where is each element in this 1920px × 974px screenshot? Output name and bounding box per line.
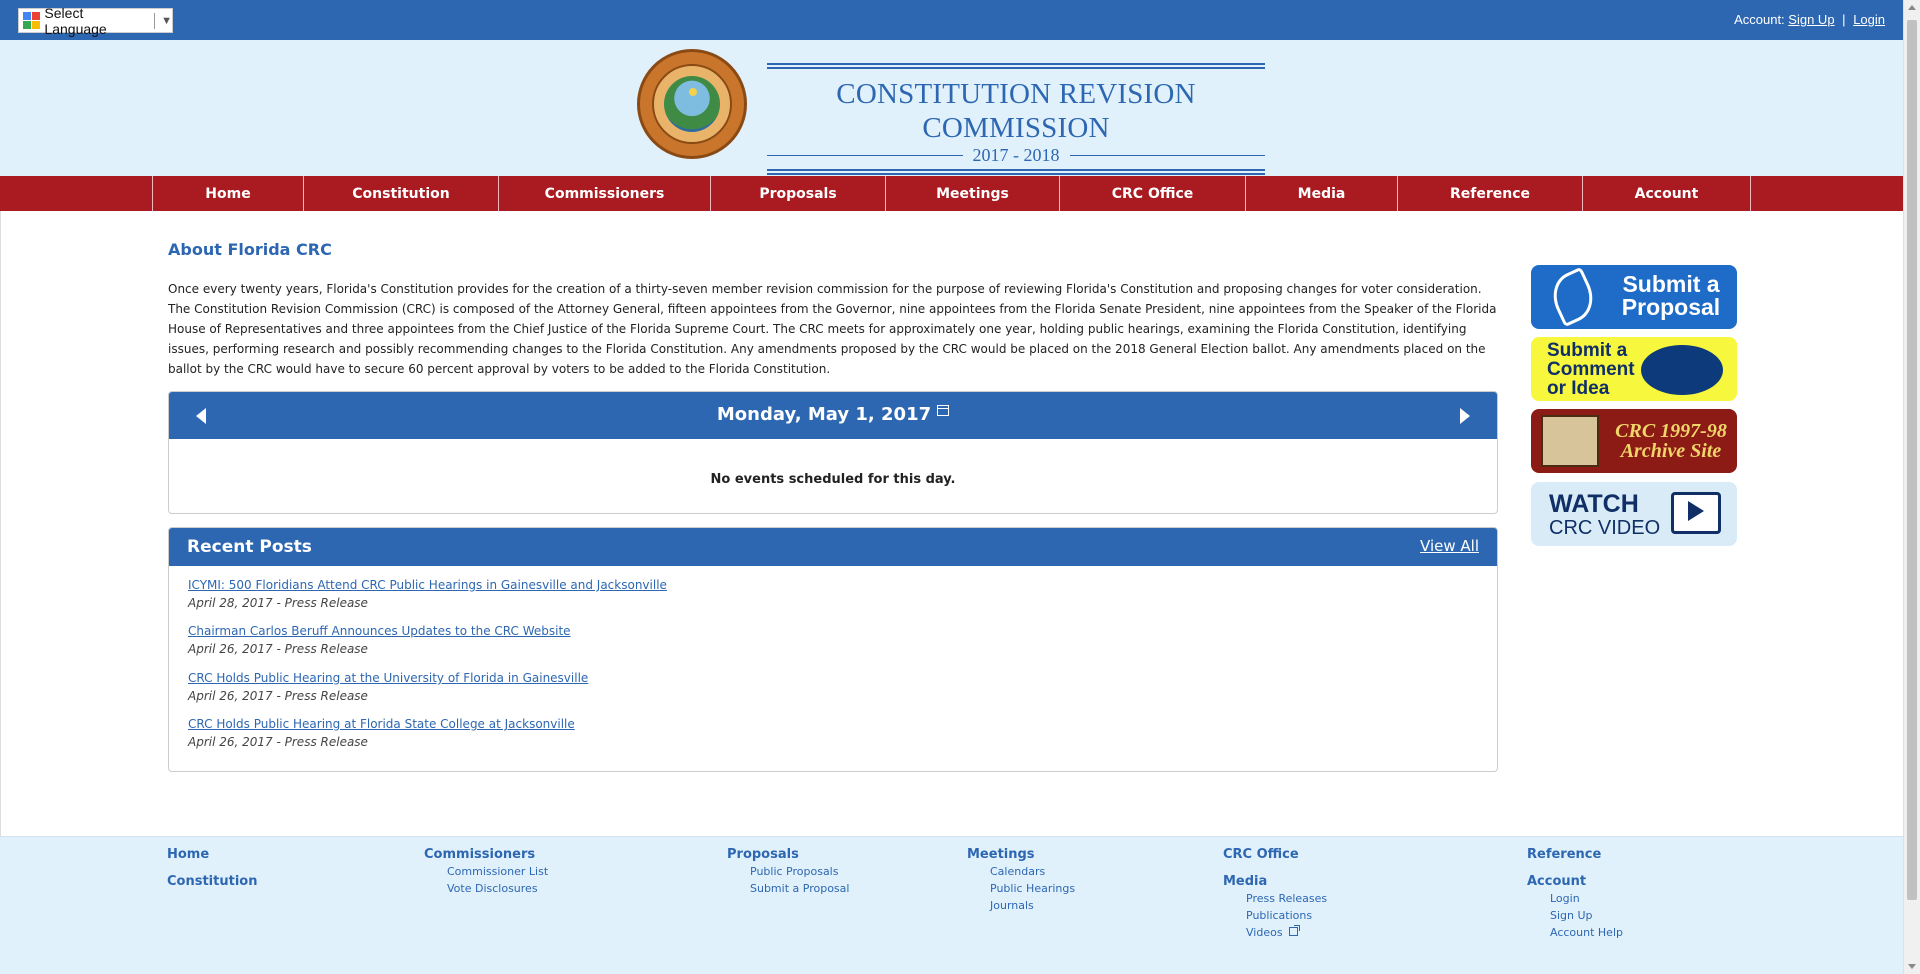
footer-publications[interactable]: Publications xyxy=(1223,909,1327,926)
watch-video-button[interactable]: WATCH CRC VIDEO xyxy=(1531,482,1737,546)
footer-commissioners[interactable]: Commissioners xyxy=(424,847,548,865)
post-link[interactable]: ICYMI: 500 Floridians Attend CRC Public … xyxy=(188,578,667,592)
signup-link[interactable]: Sign Up xyxy=(1788,12,1834,27)
submit-comment-button[interactable]: Submit a Comment or Idea xyxy=(1531,337,1737,401)
footer-public-hearings[interactable]: Public Hearings xyxy=(967,882,1075,899)
account-links: Account: Sign Up | Login xyxy=(1734,12,1885,27)
capitol-image xyxy=(1541,415,1599,467)
about-title: About Florida CRC xyxy=(168,240,332,259)
list-item: CRC Holds Public Hearing at Florida Stat… xyxy=(188,717,575,749)
site-years: 2017 - 2018 xyxy=(972,145,1060,165)
events-calendar: Monday, May 1, 2017 No events scheduled … xyxy=(168,391,1498,514)
page-scrollbar[interactable] xyxy=(1903,0,1920,974)
scrollbar-thumb[interactable] xyxy=(1907,20,1917,900)
external-link-icon xyxy=(1288,925,1300,936)
footer-meetings[interactable]: Meetings xyxy=(967,847,1075,865)
speech-bubble-icon xyxy=(1641,345,1723,395)
post-link[interactable]: CRC Holds Public Hearing at the Universi… xyxy=(188,671,588,685)
next-day-icon[interactable] xyxy=(1460,408,1470,424)
footer-commissioner-list[interactable]: Commissioner List xyxy=(424,865,548,882)
footer-account[interactable]: Account xyxy=(1527,874,1623,892)
footer-login[interactable]: Login xyxy=(1527,892,1623,909)
chevron-down-icon: ▼ xyxy=(161,14,172,27)
footer-constitution[interactable]: Constitution xyxy=(167,874,257,892)
archive-site-button[interactable]: CRC 1997-98 Archive Site xyxy=(1531,409,1737,473)
no-events-message: No events scheduled for this day. xyxy=(710,472,956,487)
feather-icon xyxy=(1544,266,1602,328)
view-all-link[interactable]: View All xyxy=(1420,537,1479,555)
nav-commissioners[interactable]: Commissioners xyxy=(498,176,710,211)
site-footer: Home Constitution Commissioners Commissi… xyxy=(0,836,1903,974)
site-header: CONSTITUTION REVISION COMMISSION 2017 - … xyxy=(0,40,1903,176)
video-play-icon xyxy=(1671,492,1721,534)
footer-journals[interactable]: Journals xyxy=(967,899,1075,916)
footer-proposals[interactable]: Proposals xyxy=(727,847,849,865)
post-meta: April 28, 2017 - Press Release xyxy=(188,596,368,610)
florida-seal-logo[interactable] xyxy=(637,49,747,159)
nav-reference[interactable]: Reference xyxy=(1397,176,1582,211)
list-item: Chairman Carlos Beruff Announces Updates… xyxy=(188,624,571,656)
recent-posts-title: Recent Posts xyxy=(187,537,312,557)
nav-home[interactable]: Home xyxy=(152,176,303,211)
list-item: CRC Holds Public Hearing at the Universi… xyxy=(188,671,588,703)
post-meta: April 26, 2017 - Press Release xyxy=(188,642,368,656)
submit-proposal-button[interactable]: Submit a Proposal xyxy=(1531,265,1737,329)
calendar-date: Monday, May 1, 2017 xyxy=(716,404,932,425)
footer-vote-disclosures[interactable]: Vote Disclosures xyxy=(424,882,548,899)
google-translate-icon xyxy=(23,11,40,30)
footer-signup[interactable]: Sign Up xyxy=(1527,909,1623,926)
recent-posts: Recent Posts View All ICYMI: 500 Floridi… xyxy=(168,527,1498,772)
nav-meetings[interactable]: Meetings xyxy=(885,176,1059,211)
nav-constitution[interactable]: Constitution xyxy=(303,176,498,211)
footer-videos[interactable]: Videos xyxy=(1246,926,1283,939)
language-selector[interactable]: Select Language ▼ xyxy=(18,5,173,37)
nav-crc-office[interactable]: CRC Office xyxy=(1059,176,1245,211)
site-title: CONSTITUTION REVISION COMMISSION xyxy=(836,78,1196,144)
nav-media[interactable]: Media xyxy=(1245,176,1397,211)
login-link[interactable]: Login xyxy=(1853,12,1885,27)
footer-media[interactable]: Media xyxy=(1223,874,1327,892)
main-content: About Florida CRC Once every twenty year… xyxy=(0,211,1903,836)
footer-reference[interactable]: Reference xyxy=(1527,847,1623,865)
list-item: ICYMI: 500 Floridians Attend CRC Public … xyxy=(188,578,667,610)
account-label: Account: xyxy=(1734,12,1785,27)
language-label: Select Language xyxy=(44,4,107,37)
footer-calendars[interactable]: Calendars xyxy=(967,865,1075,882)
scroll-down-icon[interactable] xyxy=(1908,964,1916,969)
footer-home[interactable]: Home xyxy=(167,847,257,865)
footer-submit-proposal[interactable]: Submit a Proposal xyxy=(727,882,849,899)
post-meta: April 26, 2017 - Press Release xyxy=(188,735,368,749)
nav-proposals[interactable]: Proposals xyxy=(710,176,885,211)
footer-public-proposals[interactable]: Public Proposals xyxy=(727,865,849,882)
about-body: Once every twenty years, Florida's Const… xyxy=(168,282,1497,376)
top-bar: Select Language ▼ Account: Sign Up | Log… xyxy=(0,0,1903,40)
footer-crc-office[interactable]: CRC Office xyxy=(1223,847,1327,865)
footer-account-help[interactable]: Account Help xyxy=(1527,926,1623,943)
calendar-icon[interactable] xyxy=(937,405,950,416)
post-meta: April 26, 2017 - Press Release xyxy=(188,689,368,703)
post-link[interactable]: CRC Holds Public Hearing at Florida Stat… xyxy=(188,717,575,731)
site-title-logo[interactable]: CONSTITUTION REVISION COMMISSION 2017 - … xyxy=(767,63,1265,177)
footer-press-releases[interactable]: Press Releases xyxy=(1223,892,1327,909)
nav-account[interactable]: Account xyxy=(1582,176,1750,211)
post-link[interactable]: Chairman Carlos Beruff Announces Updates… xyxy=(188,624,571,638)
scroll-up-icon[interactable] xyxy=(1908,5,1916,10)
main-nav: Home Constitution Commissioners Proposal… xyxy=(0,176,1903,211)
